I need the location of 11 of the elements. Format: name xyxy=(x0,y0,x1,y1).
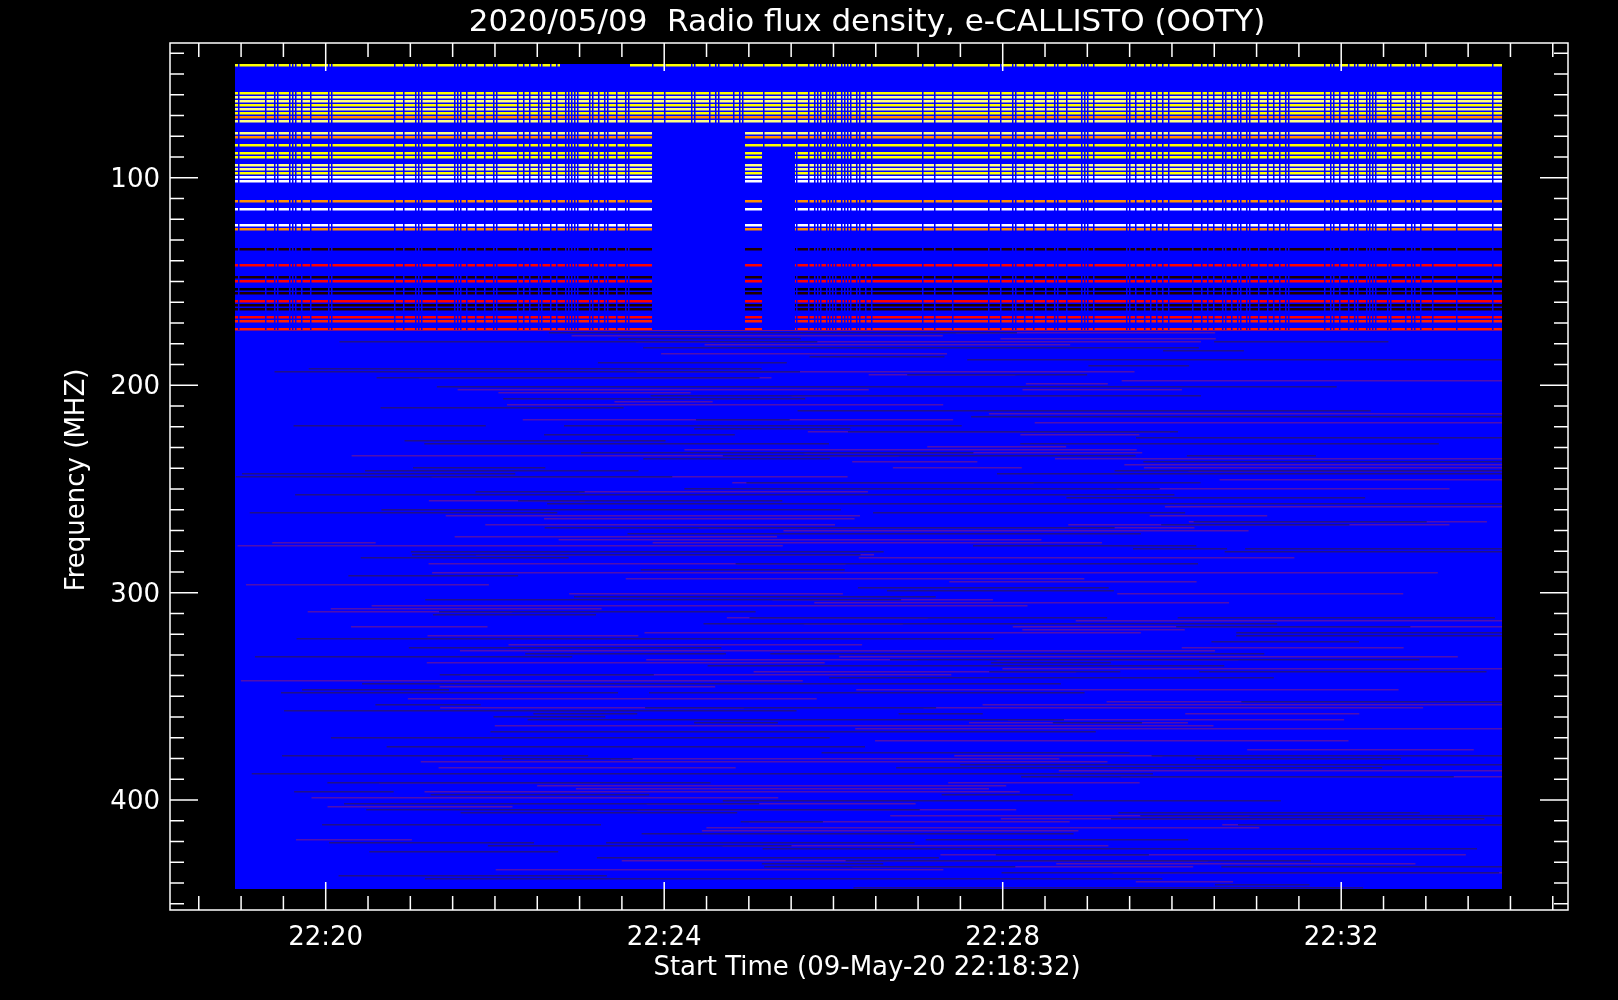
tick-label: 22:20 xyxy=(288,921,364,951)
tick-label: 300 xyxy=(110,577,160,608)
tick-label: 400 xyxy=(110,785,160,816)
x-axis-label: Start Time (09-May-20 22:18:32) xyxy=(653,951,1081,981)
chart-title: 2020/05/09 Radio flux density, e-CALLISTO (OOTY) xyxy=(468,2,1266,38)
tick-label: 22:32 xyxy=(1303,921,1379,951)
tick-label: 22:24 xyxy=(626,921,702,951)
tick-label: 100 xyxy=(110,162,160,193)
tick-label: 22:28 xyxy=(965,921,1041,951)
tick-label: 200 xyxy=(110,370,160,401)
y-axis-label: Frequency (MHZ) xyxy=(60,368,90,592)
